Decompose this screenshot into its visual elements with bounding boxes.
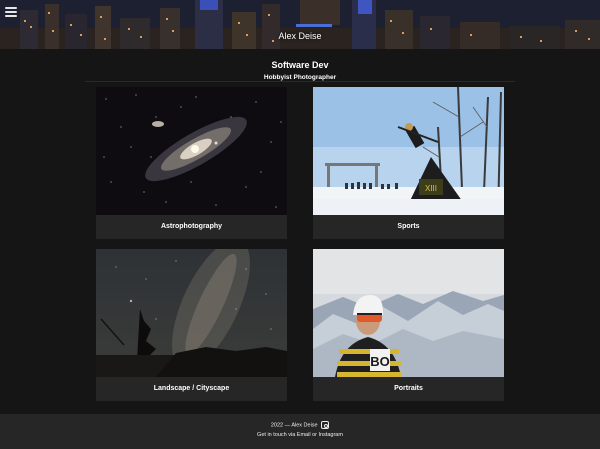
page-title: Software Dev [271,60,329,70]
hamburger-menu-icon[interactable] [5,7,17,17]
gallery-card-sports[interactable]: XIII Sports [313,87,504,239]
footer-contact[interactable]: Get in touch via Email or Instagram [0,431,600,439]
gallery-card-label[interactable]: Landscape / Cityscape [96,377,287,401]
header-banner: Alex Deise [0,0,600,49]
gallery-card-astrophotography[interactable]: Astrophotography [96,87,287,239]
site-footer: 2022 — Alex Deise Get in touch via Email… [0,414,600,449]
gallery-card-label[interactable]: Portraits [313,377,504,401]
page-subheader: Software Dev Hobbyist Photographer [0,60,600,82]
svg-text:BO: BO [370,354,390,369]
landscape-image[interactable] [96,249,287,377]
portraits-image[interactable]: BO [313,249,504,377]
gallery-card-label[interactable]: Sports [313,215,504,239]
gallery-card-landscape[interactable]: Landscape / Cityscape [96,249,287,401]
gallery-card-label[interactable]: Astrophotography [96,215,287,239]
gallery-card-portraits[interactable]: BO Portraits [313,249,504,401]
site-title[interactable]: Alex Deise [0,31,600,41]
svg-text:XIII: XIII [425,184,437,193]
astrophotography-image[interactable] [96,87,287,215]
instagram-icon[interactable] [321,421,330,429]
header-divider [85,81,515,82]
footer-copyright: 2022 — Alex Deise [270,422,318,429]
footer-copyright-line: 2022 — Alex Deise [0,421,600,429]
city-skyline-image [0,0,600,49]
sports-image[interactable]: XIII [313,87,504,215]
